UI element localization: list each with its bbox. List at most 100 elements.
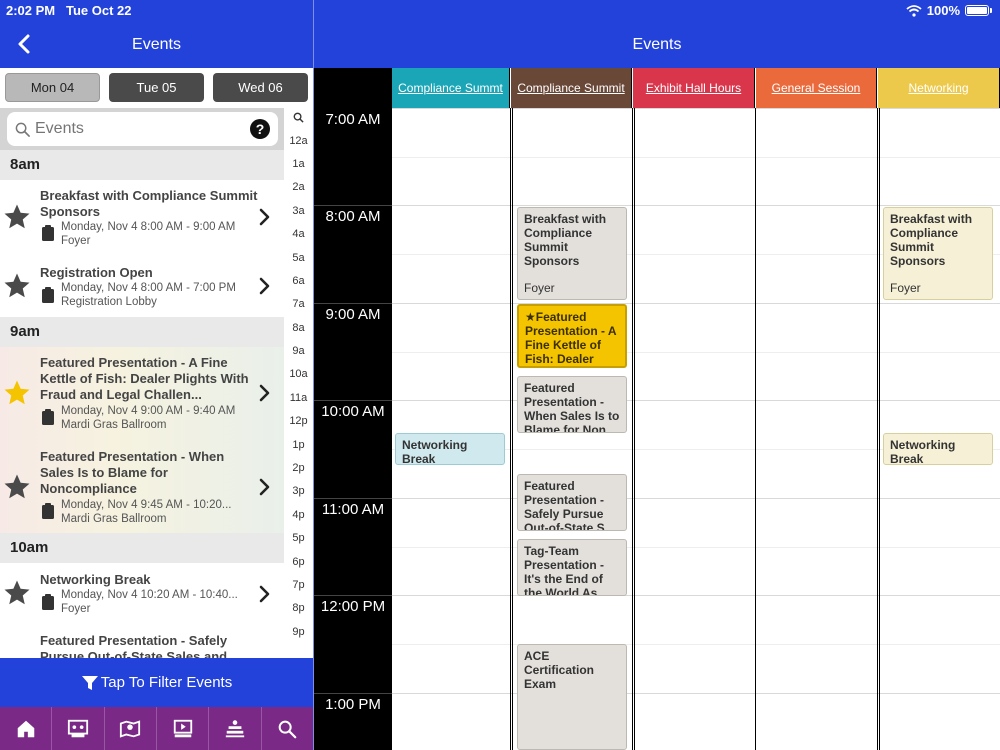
help-icon[interactable]: ? — [250, 119, 270, 139]
index-item[interactable]: 9p — [284, 626, 313, 638]
list-item[interactable]: Featured Presentation - When Sales Is to… — [0, 441, 284, 533]
star-icon[interactable] — [2, 202, 32, 232]
event-title: Featured Presentation - When Sales Is to… — [40, 449, 225, 496]
time-label: 10:00 AM — [321, 403, 385, 420]
clipboard-icon — [42, 594, 54, 610]
chevron-right-icon — [259, 208, 270, 226]
track-header-general-session[interactable]: General Session — [756, 68, 877, 108]
nav-map[interactable] — [105, 707, 157, 750]
calendar-event-title: Breakfast with Compliance Summit Sponsor… — [890, 212, 973, 268]
list-item[interactable]: Featured Presentation - A Fine Kettle of… — [0, 347, 284, 441]
index-item[interactable]: 11a — [284, 392, 313, 404]
index-item[interactable]: 4p — [284, 509, 313, 521]
event-list: 8am Breakfast with Compliance Summit Spo… — [0, 150, 284, 658]
search-box: ? — [7, 112, 278, 146]
calendar-event[interactable]: Featured Presentation - Safely Pursue Ou… — [517, 474, 627, 531]
calendar-event-location: Foyer — [890, 281, 921, 295]
hour-header-8am: 8am — [0, 150, 284, 180]
filter-button[interactable]: Tap To Filter Events — [0, 658, 313, 707]
nav-agenda[interactable] — [209, 707, 262, 750]
search-input[interactable] — [35, 118, 235, 140]
event-location: Foyer — [61, 235, 91, 247]
index-search-icon[interactable] — [293, 112, 304, 123]
event-location: Registration Lobby — [61, 296, 157, 308]
event-title: Featured Presentation - Safely Pursue Ou… — [40, 633, 228, 658]
battery-icon — [965, 5, 989, 16]
calendar-event-location: Foyer — [524, 281, 555, 295]
media-icon — [173, 719, 192, 737]
time-label: 11:00 AM — [321, 501, 385, 518]
calendar-event[interactable]: Featured Presentation - When Sales Is to… — [517, 376, 627, 433]
track-header-compliance-summt[interactable]: Compliance Summt — [392, 68, 510, 108]
index-item[interactable]: 7a — [284, 298, 313, 310]
chevron-right-icon — [259, 478, 270, 496]
star-icon[interactable] — [2, 378, 32, 408]
day-tab-tue[interactable]: Tue 05 — [109, 73, 204, 102]
index-item[interactable]: 7p — [284, 579, 313, 591]
chevron-right-icon — [259, 384, 270, 402]
index-item[interactable]: 2p — [284, 462, 313, 474]
agenda-icon — [225, 719, 245, 737]
index-item[interactable]: 10a — [284, 368, 313, 380]
calendar-event[interactable]: Networking Break — [395, 433, 505, 465]
clipboard-icon — [42, 409, 54, 425]
calendar-event[interactable]: ACE Certification Exam — [517, 644, 627, 750]
index-item[interactable]: 5p — [284, 532, 313, 544]
calendar-event[interactable]: Breakfast with Compliance Summit Sponsor… — [517, 207, 627, 300]
nav-search[interactable] — [262, 707, 313, 750]
index-item[interactable]: 6a — [284, 275, 313, 287]
nav-media[interactable] — [157, 707, 210, 750]
day-tab-wed[interactable]: Wed 06 — [213, 73, 308, 102]
home-icon — [17, 720, 34, 737]
time-label: 9:00 AM — [325, 306, 381, 323]
status-time: 2:02 PM Tue Oct 22 — [6, 3, 132, 18]
sessions-icon — [67, 719, 89, 737]
index-item[interactable]: 9a — [284, 345, 313, 357]
calendar-event-featured[interactable]: ★Featured Presentation - A Fine Kettle o… — [517, 304, 627, 368]
left-title: Events — [132, 36, 181, 53]
calendar-event[interactable]: Breakfast with Compliance Summit Sponsor… — [883, 207, 993, 300]
status-indicators: 100% — [906, 3, 992, 18]
star-icon[interactable] — [2, 271, 32, 301]
index-item[interactable]: 3a — [284, 205, 313, 217]
track-header-compliance-summit[interactable]: Compliance Summit — [511, 68, 632, 108]
clipboard-icon — [42, 287, 54, 303]
index-item[interactable]: 12p — [284, 415, 313, 427]
star-icon[interactable] — [2, 472, 32, 502]
list-item[interactable]: Networking Break Monday, Nov 4 10:20 AM … — [0, 563, 284, 625]
calendar-event-title: ★Featured Presentation - A Fine Kettle o… — [525, 310, 617, 366]
nav-sessions[interactable] — [52, 707, 105, 750]
star-icon[interactable] — [2, 578, 32, 608]
calendar-event-title: Networking Break — [402, 438, 468, 465]
event-time: Monday, Nov 4 8:00 AM - 7:00 PM — [61, 282, 236, 294]
index-item[interactable]: 1p — [284, 439, 313, 451]
index-item[interactable]: 6p — [284, 556, 313, 568]
index-item[interactable]: 1a — [284, 158, 313, 170]
right-title: Events — [632, 36, 682, 53]
index-item[interactable]: 12a — [284, 135, 313, 147]
index-item[interactable]: 4a — [284, 228, 313, 240]
list-item[interactable]: Registration Open Monday, Nov 4 8:00 AM … — [0, 257, 284, 317]
day-tab-mon[interactable]: Mon 04 — [5, 73, 100, 102]
nav-home[interactable] — [0, 707, 53, 750]
index-item[interactable]: 8p — [284, 602, 313, 614]
battery-percent: 100% — [926, 3, 960, 18]
index-item[interactable]: 5a — [284, 252, 313, 264]
track-header-networking[interactable]: Networking — [878, 68, 1000, 108]
list-item[interactable]: Featured Presentation - Safely Pursue Ou… — [0, 625, 284, 658]
time-label: 12:00 PM — [320, 598, 386, 615]
list-item[interactable]: Breakfast with Compliance Summit Sponsor… — [0, 180, 284, 257]
bottom-nav — [0, 707, 313, 750]
calendar-event[interactable]: Networking Break — [883, 433, 993, 465]
time-column: 7:00 AM 8:00 AM 9:00 AM 10:00 AM 11:00 A… — [314, 68, 392, 750]
hour-header-9am: 9am — [0, 317, 284, 347]
index-item[interactable]: 2a — [284, 181, 313, 193]
calendar-event-title: Breakfast with Compliance Summit Sponsor… — [524, 212, 607, 268]
alpha-index[interactable]: 12a 1a 2a 3a 4a 5a 6a 7a 8a 9a 10a 11a 1… — [284, 108, 313, 658]
index-item[interactable]: 8a — [284, 322, 313, 334]
calendar-event[interactable]: Tag-Team Presentation - It's the End of … — [517, 539, 627, 596]
track-header-exhibit-hall[interactable]: Exhibit Hall Hours — [633, 68, 755, 108]
chevron-right-icon — [259, 585, 270, 603]
index-item[interactable]: 3p — [284, 485, 313, 497]
schedule-grid: 7:00 AM 8:00 AM 9:00 AM 10:00 AM 11:00 A… — [314, 68, 1000, 750]
